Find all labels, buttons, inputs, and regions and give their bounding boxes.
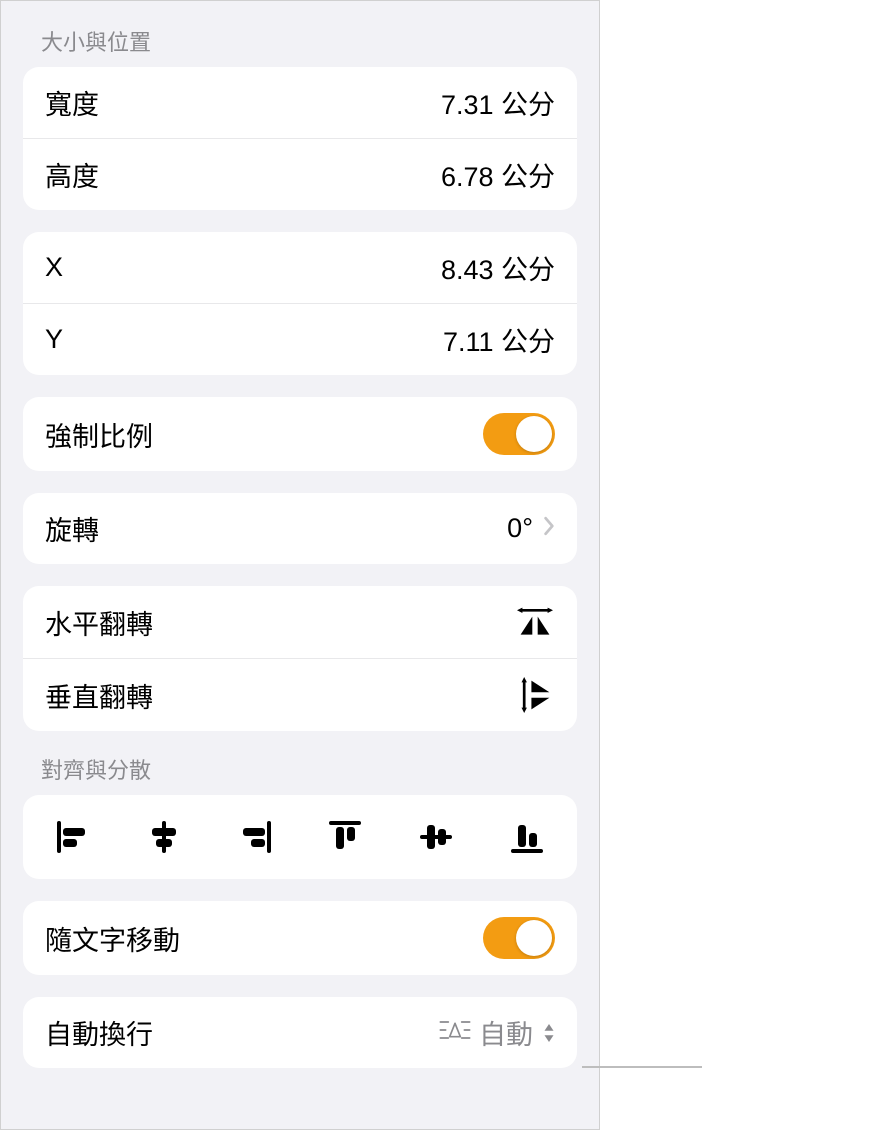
text-wrap-value-group: 自動 [439,1013,555,1052]
callout-leader-line [582,1066,702,1068]
text-wrap-label: 自動換行 [45,1013,153,1052]
x-row[interactable]: X 8.43 公分 [23,232,577,303]
flip-vertical-label: 垂直翻轉 [45,676,153,715]
constrain-toggle[interactable] [483,413,555,455]
align-right-button[interactable] [231,813,279,861]
height-label: 高度 [45,155,99,194]
move-with-text-label: 隨文字移動 [45,919,180,958]
flip-horizontal-row[interactable]: 水平翻轉 [23,586,577,658]
y-value: 7.11 公分 [443,320,555,359]
text-wrap-icon [439,1018,471,1047]
align-top-button[interactable] [321,813,369,861]
height-row[interactable]: 高度 6.78 公分 [23,138,577,210]
popup-chevrons-icon [543,1024,555,1042]
x-label: X [45,252,63,283]
y-row[interactable]: Y 7.11 公分 [23,303,577,375]
height-value: 6.78 公分 [441,155,555,194]
flip-vertical-row[interactable]: 垂直翻轉 [23,658,577,731]
flip-vertical-icon [515,675,555,715]
move-with-text-toggle[interactable] [483,917,555,959]
arrange-panel: 大小與位置 寬度 7.31 公分 高度 6.78 公分 X 8.43 公分 Y … [0,0,600,1130]
chevron-right-icon [543,516,555,542]
position-card: X 8.43 公分 Y 7.11 公分 [23,232,577,375]
size-card: 寬度 7.31 公分 高度 6.78 公分 [23,67,577,210]
x-value: 8.43 公分 [441,248,555,287]
rotate-row[interactable]: 旋轉 0° [23,493,577,564]
flip-horizontal-label: 水平翻轉 [45,603,153,642]
rotate-label: 旋轉 [45,509,99,548]
align-middle-v-button[interactable] [412,813,460,861]
size-position-header: 大小與位置 [41,25,577,57]
move-with-text-row: 隨文字移動 [23,901,577,975]
y-label: Y [45,324,63,355]
width-row[interactable]: 寬度 7.31 公分 [23,67,577,138]
move-with-text-card: 隨文字移動 [23,901,577,975]
rotate-card: 旋轉 0° [23,493,577,564]
constrain-row: 強制比例 [23,397,577,471]
align-row [23,795,577,879]
constrain-label: 強制比例 [45,415,153,454]
align-center-h-button[interactable] [140,813,188,861]
text-wrap-row[interactable]: 自動換行 自動 [23,997,577,1068]
flip-horizontal-icon [515,602,555,642]
width-value: 7.31 公分 [441,83,555,122]
text-wrap-value: 自動 [479,1013,533,1052]
align-header: 對齊與分散 [41,753,577,785]
width-label: 寬度 [45,83,99,122]
flip-card: 水平翻轉 垂直翻轉 [23,586,577,731]
align-bottom-button[interactable] [503,813,551,861]
text-wrap-card: 自動換行 自動 [23,997,577,1068]
align-card [23,795,577,879]
align-left-button[interactable] [49,813,97,861]
constrain-card: 強制比例 [23,397,577,471]
rotate-value: 0° [507,513,533,544]
